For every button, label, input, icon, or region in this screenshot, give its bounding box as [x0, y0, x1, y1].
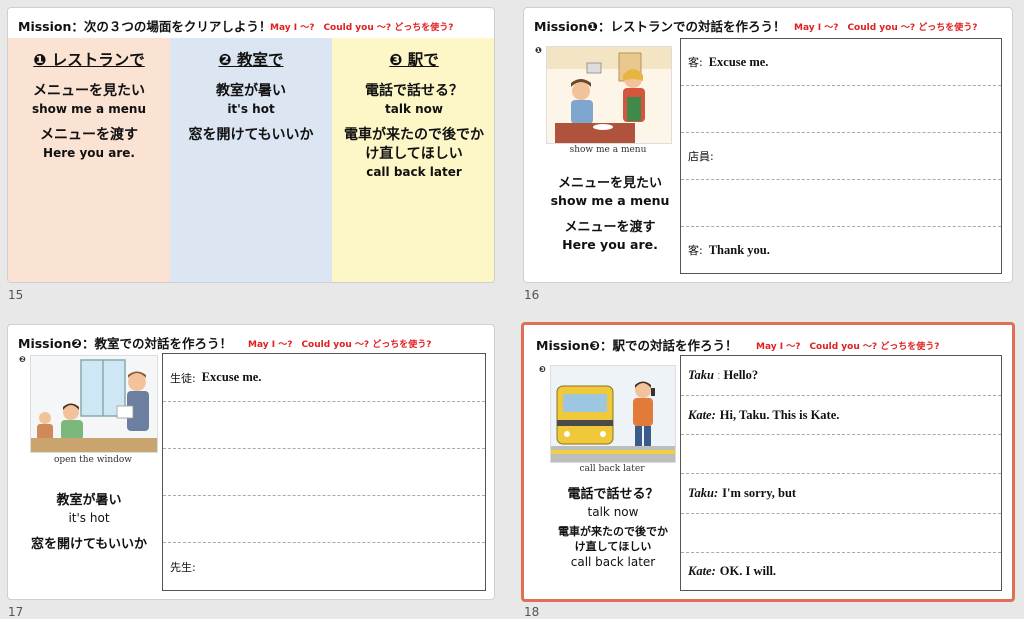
- column-classroom: ❷ 教室で 教室が暑い it's hot 窓を開けてもいいか: [170, 38, 332, 282]
- dialogue-row[interactable]: [681, 514, 1001, 553]
- phrase-en: call back later: [366, 165, 462, 179]
- dialogue-row[interactable]: [163, 449, 485, 496]
- phrase-jp: メニューを渡す: [564, 220, 656, 235]
- phrase-en: it's hot: [227, 102, 275, 116]
- dialogue-text: Excuse me.: [201, 370, 262, 384]
- speaker-label: 店員:: [688, 150, 714, 163]
- restaurant-illustration: [546, 46, 672, 144]
- phrase-jp: 電車が来たので後でかけ直してほしい: [344, 127, 484, 162]
- dialogue-text: I'm sorry, but: [722, 486, 797, 500]
- scene-marker: ❷: [19, 355, 26, 364]
- column-station: ❸ 駅で 電話で話せる？ talk now 電車が来たので後でかけ直してほしい …: [332, 38, 494, 282]
- slide-number: 18: [524, 605, 540, 619]
- scene-marker: ❶: [535, 46, 542, 55]
- dialogue-row[interactable]: 客: Excuse me.: [681, 39, 1001, 86]
- phrase-en: show me a menu: [550, 193, 670, 208]
- dialogue-text: OK. I will.: [719, 564, 777, 578]
- slide-16-thumbnail[interactable]: Mission❶：レストランでの対話を作ろう！ May I ～? Could y…: [523, 7, 1013, 283]
- phrase-list: 教室が暑い it's hot 窓を開けてもいいか: [14, 491, 164, 554]
- speaker-name: Kate:: [688, 407, 716, 422]
- phrase-en: Here you are.: [562, 237, 658, 252]
- phrase-jp: メニューを見たい: [33, 83, 145, 99]
- dialogue-row[interactable]: 先生:: [163, 543, 485, 590]
- column-restaurant: ❶ レストランで メニューを見たい show me a menu メニューを渡す…: [8, 38, 170, 282]
- dialogue-row[interactable]: 生徒: Excuse me.: [163, 354, 485, 402]
- phrase-jp: 教室が暑い: [56, 493, 122, 508]
- phrase-en: show me a menu: [31, 102, 147, 116]
- dialogue-row[interactable]: [681, 180, 1001, 227]
- slide-number: 17: [8, 605, 24, 619]
- slide-subtitle: May I ～? Could you ～? どっちを使う?: [248, 340, 432, 350]
- phrase-list: メニューを見たい show me a menu メニューを渡す Here you…: [540, 174, 680, 262]
- speaker-label: 生徒:: [170, 371, 196, 385]
- slide-subtitle: May I ～? Could you ～? どっちを使う?: [794, 23, 978, 33]
- speaker-label: 客:: [688, 244, 703, 257]
- slide-title: Mission❶：レストランでの対話を作ろう！: [534, 19, 786, 34]
- dialogue-text: Hi, Taku. This is Kate.: [719, 407, 840, 422]
- dialogue-row[interactable]: [163, 496, 485, 543]
- dialogue-text: Thank you.: [708, 242, 770, 257]
- phrase-jp: 電話で話せる？: [365, 83, 463, 99]
- illustration-caption: show me a menu: [569, 145, 647, 155]
- illustration-caption: open the window: [53, 455, 133, 465]
- station-illustration: [550, 365, 676, 463]
- column-heading: ❷ 教室で: [218, 51, 284, 69]
- classroom-illustration: [30, 355, 158, 453]
- dialogue-row[interactable]: 店員:: [681, 133, 1001, 180]
- dialogue-text: Excuse me.: [708, 54, 769, 69]
- column-heading: ❶ レストランで: [33, 51, 145, 69]
- phrase-jp: メニューを渡す: [40, 127, 138, 143]
- slide-number: 15: [8, 288, 24, 302]
- slide-subtitle: May I ～? Could you ～? どっちを使う?: [270, 23, 454, 33]
- phrase-en: Here you are.: [43, 146, 135, 160]
- speaker-label: 先生:: [170, 560, 196, 574]
- illustration-caption: call back later: [579, 464, 645, 474]
- speaker-name: Taku: [688, 368, 714, 382]
- phrase-en: call back later: [570, 555, 656, 569]
- phrase-jp: 電話で話せる？: [567, 487, 659, 502]
- slide-18-thumbnail-selected[interactable]: Mission❸：駅での対話を作ろう！ May I ～? Could you ～…: [521, 322, 1015, 602]
- phrase-jp: 窓を開けてもいいか: [30, 537, 148, 552]
- speaker-name: Taku:: [688, 486, 719, 500]
- phrase-jp: 電車が来たので後でかけ直してほしい: [558, 525, 668, 553]
- dialogue-row[interactable]: [681, 86, 1001, 133]
- slide-title: Mission❷：教室での対話を作ろう！: [18, 336, 232, 351]
- phrase-jp: 窓を開けてもいいか: [188, 127, 314, 143]
- phrase-en: it's hot: [68, 511, 110, 525]
- phrase-list: 電話で話せる？ talk now 電車が来たので後でかけ直してほしい call …: [540, 485, 686, 579]
- dialogue-grid: 生徒: Excuse me. 先生:: [162, 353, 486, 591]
- dialogue-row[interactable]: Kate: OK. I will.: [681, 553, 1001, 590]
- slide-title: Mission❸：駅での対話を作ろう！: [536, 338, 738, 353]
- speaker-name: Kate:: [688, 564, 716, 578]
- phrase-jp: 教室が暑い: [216, 83, 286, 99]
- slide-title: Mission：次の３つの場面をクリアしよう！: [18, 19, 272, 34]
- slide-number: 16: [524, 288, 540, 302]
- phrase-jp: メニューを見たい: [557, 176, 662, 191]
- slide-subtitle: May I ～? Could you ～? どっちを使う?: [756, 342, 940, 352]
- dialogue-row[interactable]: Taku: I'm sorry, but: [681, 474, 1001, 514]
- dialogue-grid: 客: Excuse me. 店員: 客: Thank you.: [680, 38, 1002, 274]
- dialogue-row[interactable]: 客: Thank you.: [681, 227, 1001, 273]
- dialogue-row[interactable]: Taku: Hello?: [681, 356, 1001, 396]
- scene-marker: ❸: [539, 365, 546, 374]
- dialogue-row[interactable]: Kate: Hi, Taku. This is Kate.: [681, 396, 1001, 435]
- speaker-label: 客:: [688, 56, 703, 69]
- dialogue-row[interactable]: [163, 402, 485, 449]
- slide-15-thumbnail[interactable]: Mission：次の３つの場面をクリアしよう！ May I ～? Could y…: [7, 7, 495, 283]
- dialogue-text: Hello?: [723, 368, 759, 382]
- phrase-en: talk now: [587, 505, 639, 519]
- dialogue-grid: Taku: Hello? Kate: Hi, Taku. This is Kate.…: [680, 355, 1002, 591]
- column-heading: ❸ 駅で: [389, 51, 439, 69]
- speaker-separator: :: [716, 368, 721, 382]
- slide-17-thumbnail[interactable]: Mission❷：教室での対話を作ろう！ May I ～? Could you …: [7, 324, 495, 600]
- phrase-en: talk now: [385, 102, 443, 116]
- dialogue-row[interactable]: [681, 435, 1001, 474]
